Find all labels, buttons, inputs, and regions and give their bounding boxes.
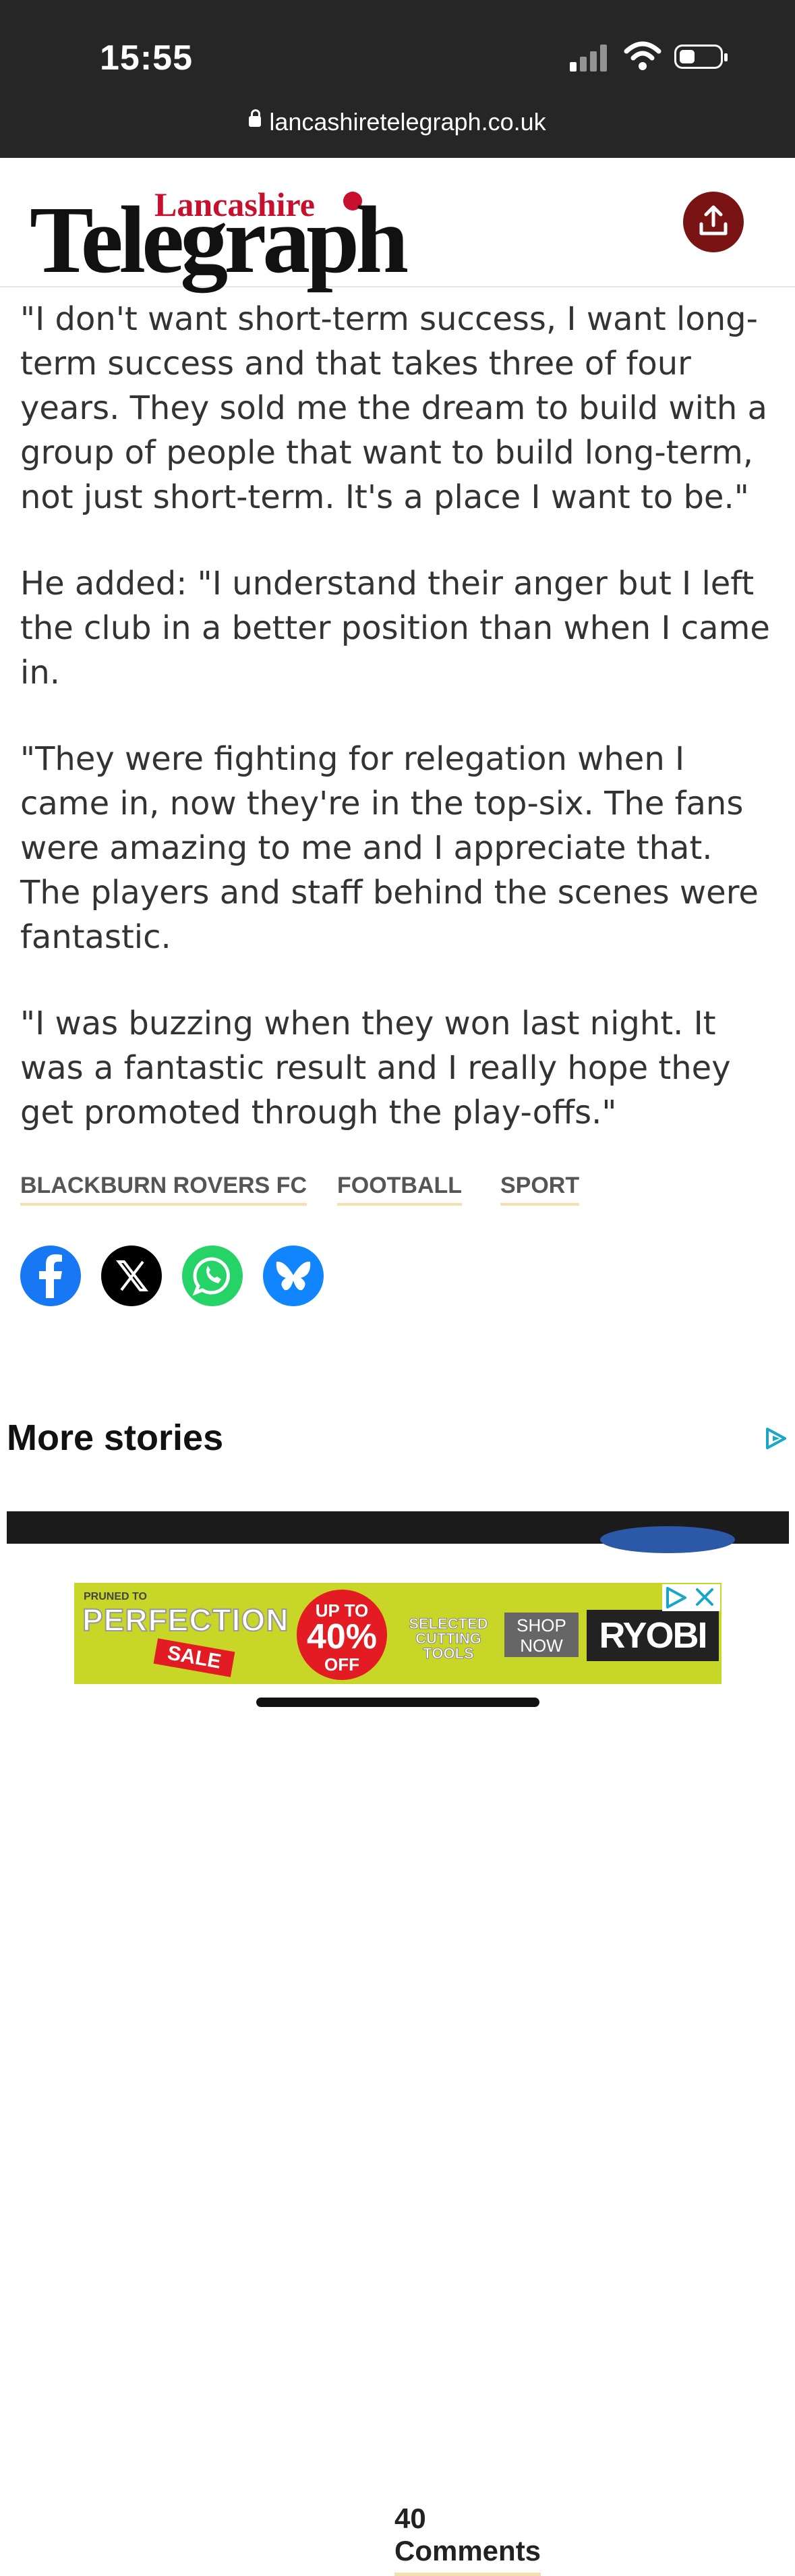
ad-selected-tools-text: SELECTED CUTTING TOOLS bbox=[409, 1615, 488, 1662]
home-indicator[interactable] bbox=[256, 1698, 539, 1707]
story-thumbnail[interactable] bbox=[7, 1511, 789, 1553]
comments-link[interactable]: 40 Comments bbox=[394, 2502, 541, 2576]
battery-icon bbox=[674, 45, 728, 69]
article-paragraph: He added: "I understand their anger but … bbox=[20, 565, 770, 692]
ad-shop-now-button[interactable]: SHOP NOW bbox=[504, 1613, 579, 1657]
tag-blackburn-rovers[interactable]: BLACKBURN ROVERS FC bbox=[20, 1173, 307, 1206]
x-icon bbox=[115, 1260, 149, 1291]
status-time: 15:55 bbox=[100, 38, 193, 78]
tag-sport[interactable]: SPORT bbox=[500, 1173, 580, 1206]
address-bar[interactable]: lancashiretelegraph.co.uk bbox=[0, 108, 795, 136]
ad-info-icon bbox=[666, 1587, 686, 1608]
article-paragraph: "I don't want short-term success, I want… bbox=[20, 300, 767, 516]
ad-brand-logo: RYOBI bbox=[587, 1610, 719, 1661]
ad-close-icon bbox=[696, 1588, 713, 1606]
facebook-icon bbox=[39, 1254, 62, 1298]
site-logo[interactable]: Lancashire Telegraph bbox=[30, 171, 434, 287]
ad-sale-badge: SALE bbox=[153, 1638, 235, 1677]
share-icon bbox=[699, 205, 728, 235]
bluesky-icon bbox=[276, 1261, 311, 1291]
article-paragraph: "They were fighting for relegation when … bbox=[20, 740, 759, 956]
wifi-icon bbox=[624, 41, 661, 70]
url-text: lancashiretelegraph.co.uk bbox=[269, 108, 546, 136]
ryobi-banner-ad[interactable]: PRUNED TO PERFECTION SALE UP TO 40% OFF … bbox=[74, 1583, 722, 1684]
article-paragraph: "I was buzzing when they won last night.… bbox=[20, 1005, 731, 1131]
lock-icon bbox=[249, 109, 262, 128]
ad-controls bbox=[662, 1584, 720, 1611]
x-share-button[interactable] bbox=[101, 1245, 162, 1306]
whatsapp-icon bbox=[192, 1257, 230, 1296]
ad-percent-text: 40% bbox=[306, 1617, 378, 1656]
share-button[interactable] bbox=[683, 192, 744, 252]
bluesky-share-button[interactable] bbox=[263, 1245, 324, 1306]
ad-discount-badge: UP TO 40% OFF bbox=[297, 1590, 387, 1680]
site-header: Lancashire Telegraph bbox=[0, 158, 795, 287]
status-bar: 15:55 lancashiretelegraph.co.uk bbox=[0, 0, 795, 158]
more-stories-heading: More stories bbox=[7, 1418, 224, 1458]
whatsapp-share-button[interactable] bbox=[182, 1245, 243, 1306]
facebook-share-button[interactable] bbox=[20, 1245, 81, 1306]
cellular-signal-icon bbox=[570, 42, 610, 72]
logo-main-text: Telegraph bbox=[30, 186, 409, 293]
adchoices-icon[interactable] bbox=[762, 1425, 789, 1452]
article-body: "I don't want short-term success, I want… bbox=[20, 297, 782, 1177]
tag-football[interactable]: FOOTBALL bbox=[337, 1173, 463, 1206]
ad-perfection-text: PERFECTION bbox=[82, 1602, 289, 1638]
ad-off-text: OFF bbox=[324, 1654, 359, 1675]
